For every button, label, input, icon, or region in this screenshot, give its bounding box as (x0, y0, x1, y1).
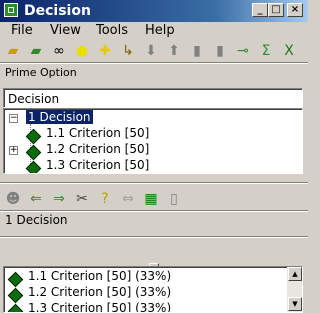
criterion-icon (7, 287, 24, 304)
menu-bar: File View Tools Help (0, 22, 308, 40)
link-icon[interactable]: ↳ (119, 42, 137, 60)
arrow-right-icon[interactable]: ⇒ (50, 190, 68, 208)
criterion-icon (7, 303, 24, 312)
user-icon[interactable]: ☻ (4, 190, 22, 208)
lightbulb-icon[interactable]: ● (73, 42, 91, 60)
menu-help[interactable]: Help (145, 23, 175, 38)
menu-view[interactable]: View (50, 23, 81, 38)
result-item[interactable]: 1.1 Criterion [50] (33%) (28, 269, 172, 285)
help-icon[interactable]: ? (96, 190, 114, 208)
arrow-up-icon[interactable]: ⬆ (165, 42, 183, 60)
minimize-button[interactable]: _ (252, 3, 268, 17)
current-node-label: 1 Decision (5, 213, 68, 227)
scissors-icon[interactable]: ✂ (73, 190, 91, 208)
maximize-button[interactable]: □ (268, 3, 284, 17)
window-title: Decision (24, 3, 91, 19)
prime-option-value: Decision (8, 92, 60, 106)
menu-tools[interactable]: Tools (96, 23, 128, 38)
app-icon (4, 3, 18, 17)
swap-icon[interactable]: ⇔ (119, 190, 137, 208)
scroll-down-button[interactable]: ▼ (288, 297, 302, 311)
tree-item-1-3[interactable]: 1.3 Criterion [50] (46, 158, 149, 173)
divider (0, 236, 308, 238)
open-folder-icon[interactable]: ▰ (4, 42, 22, 60)
copy-icon[interactable]: ▮ (188, 42, 206, 60)
main-toolbar: ▰ ▰ ∞ ● ✚ ↳ ⬇ ⬆ ▮ ▮ ⊸ Σ X (0, 40, 308, 62)
tree-root[interactable]: 1 Decision (26, 110, 93, 126)
arrow-left-icon[interactable]: ⇐ (27, 190, 45, 208)
sigma-icon[interactable]: Σ (257, 42, 275, 60)
key-icon[interactable]: ⊸ (234, 42, 252, 60)
title-bar: Decision _ □ × (0, 0, 308, 22)
grid-icon[interactable]: ▦ (142, 190, 160, 208)
paste-icon[interactable]: ▮ (211, 42, 229, 60)
prime-option-label: Prime Option (5, 66, 77, 79)
divider (0, 210, 308, 212)
result-item[interactable]: 1.3 Criterion [50] (33%) (28, 301, 171, 312)
tree-root-label: 1 Decision (26, 110, 93, 124)
close-button[interactable]: × (287, 3, 303, 17)
folder-icon[interactable]: ▰ (27, 42, 45, 60)
binoculars-icon[interactable]: ∞ (50, 42, 68, 60)
collapse-root-icon[interactable]: − (9, 114, 18, 123)
scroll-up-button[interactable]: ▲ (288, 267, 302, 281)
result-item[interactable]: 1.2 Criterion [50] (33%) (28, 285, 171, 301)
excel-icon[interactable]: X (280, 42, 298, 60)
add-icon[interactable]: ✚ (96, 42, 114, 60)
criterion-icon (25, 160, 42, 173)
divider (0, 182, 308, 184)
arrow-down-icon[interactable]: ⬇ (142, 42, 160, 60)
tree-item-1-1[interactable]: 1.1 Criterion [50] (46, 126, 149, 142)
criterion-icon (7, 271, 24, 288)
prime-option-field[interactable]: Decision (3, 88, 303, 108)
tree-view[interactable]: − 1 Decision 1.1 Criterion [50] + 1.2 Cr… (3, 108, 303, 174)
menu-file[interactable]: File (11, 23, 33, 38)
criterion-icon (25, 144, 42, 161)
results-list[interactable]: 1.1 Criterion [50] (33%) 1.2 Criterion [… (3, 266, 303, 313)
node-toolbar: ☻ ⇐ ⇒ ✂? ⇔ ▦ ▯ (0, 188, 308, 210)
tree-item-1-2[interactable]: 1.2 Criterion [50] (46, 142, 149, 158)
document-icon[interactable]: ▯ (165, 190, 183, 208)
expand-icon[interactable]: + (9, 146, 18, 155)
divider (0, 62, 308, 64)
criterion-icon (25, 128, 42, 145)
